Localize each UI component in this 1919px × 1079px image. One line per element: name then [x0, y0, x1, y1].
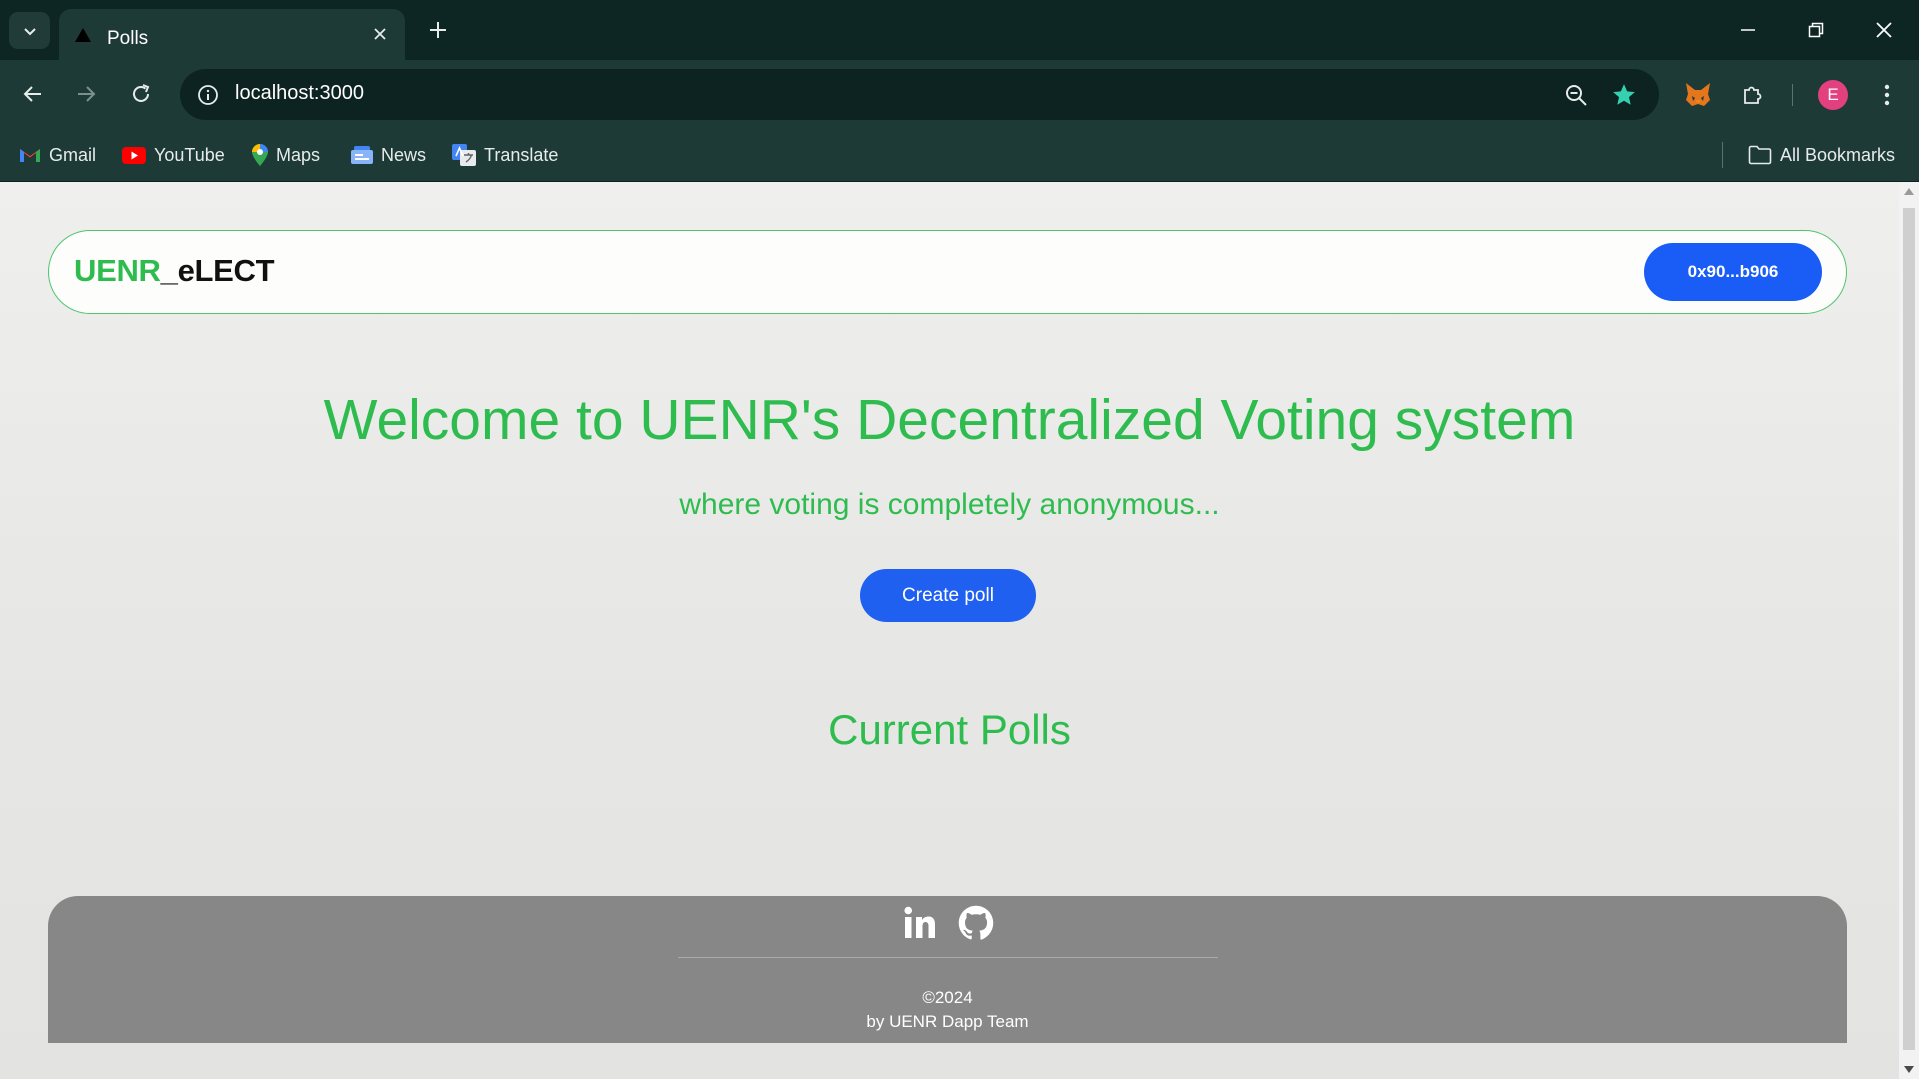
linkedin-icon: [903, 906, 935, 938]
puzzle-piece-icon: [1744, 86, 1762, 104]
extensions-button[interactable]: [1734, 76, 1772, 114]
app-logo[interactable]: UENR_eLECT: [74, 253, 275, 289]
more-vertical-icon: [1884, 84, 1890, 106]
bookmarks-bar: Gmail YouTube Maps News Translate All Bo…: [0, 130, 1919, 182]
current-polls-heading: Current Polls: [828, 706, 1071, 753]
metamask-extension-button[interactable]: [1679, 76, 1717, 114]
zoom-button[interactable]: [1562, 81, 1590, 109]
toolbar-divider: [1792, 84, 1793, 106]
linkedin-link[interactable]: [902, 905, 938, 946]
vertical-scrollbar[interactable]: [1899, 182, 1919, 1079]
info-icon: [197, 84, 218, 105]
hero-title: Welcome to UENR's Decentralized Voting s…: [323, 388, 1576, 452]
bookmark-news[interactable]: News: [351, 141, 426, 169]
page-footer: ©2024 by UENR Dapp Team: [48, 896, 1847, 1043]
browser-toolbar: localhost:3000 E: [0, 60, 1919, 130]
zoom-out-icon: [1566, 85, 1587, 106]
gmail-icon: [20, 149, 40, 162]
tab-bar: Polls: [0, 0, 1919, 60]
all-bookmarks-button[interactable]: All Bookmarks: [1748, 141, 1895, 169]
reload-icon: [133, 84, 150, 102]
create-poll-button[interactable]: Create poll: [860, 569, 1036, 622]
bookmark-label: YouTube: [154, 144, 225, 165]
profile-initial: E: [1827, 85, 1839, 104]
arrow-right-icon: [78, 86, 96, 102]
bookmark-label: Maps: [276, 144, 321, 165]
restore-icon: [1808, 22, 1824, 38]
bookmark-maps[interactable]: Maps: [252, 141, 320, 169]
triangle-favicon-icon: [75, 28, 91, 42]
site-info-button[interactable]: [194, 81, 221, 108]
folder-icon: [1748, 145, 1772, 165]
github-icon: [958, 905, 993, 940]
page-viewport: UENR_eLECT 0x90...b906 Welcome to UENR's…: [0, 182, 1899, 1079]
logo-part-elect: _eLECT: [160, 253, 275, 288]
minimize-button[interactable]: [1728, 12, 1768, 48]
url-text: localhost:3000: [235, 82, 364, 104]
footer-divider: [678, 957, 1218, 958]
hero-subtitle: where voting is completely anonymous...: [679, 488, 1220, 521]
bookmark-label: Gmail: [49, 144, 97, 165]
close-icon: [374, 28, 386, 40]
metamask-fox-icon: [1686, 83, 1710, 106]
bookmark-translate[interactable]: Translate: [452, 141, 558, 169]
tab-title: Polls: [107, 28, 149, 49]
close-tab-button[interactable]: [369, 23, 391, 45]
bookmark-label: Translate: [484, 144, 559, 165]
team-credit-text: by UENR Dapp Team: [866, 1012, 1029, 1031]
youtube-icon: [122, 146, 146, 164]
bookmark-youtube[interactable]: YouTube: [122, 141, 225, 169]
star-icon: [1613, 84, 1635, 105]
new-tab-button[interactable]: [424, 16, 452, 44]
github-link[interactable]: [958, 905, 994, 946]
all-bookmarks-label: All Bookmarks: [1780, 144, 1896, 165]
tab-search-button[interactable]: [9, 12, 50, 49]
close-window-button[interactable]: [1864, 12, 1904, 48]
browser-menu-button[interactable]: [1868, 76, 1906, 114]
copyright-text: ©2024: [922, 988, 973, 1007]
maps-icon: [252, 144, 268, 166]
restore-button[interactable]: [1796, 12, 1836, 48]
forward-button[interactable]: [68, 76, 104, 112]
app-navbar: UENR_eLECT 0x90...b906: [48, 230, 1847, 314]
reload-button[interactable]: [123, 76, 159, 112]
profile-avatar[interactable]: E: [1818, 80, 1848, 110]
logo-part-uenr: UENR: [74, 253, 161, 288]
scroll-up-arrow[interactable]: [1904, 188, 1914, 195]
chevron-down-icon: [23, 27, 36, 35]
news-icon: [351, 146, 373, 164]
minimize-icon: [1741, 29, 1755, 31]
scroll-down-arrow[interactable]: [1904, 1066, 1914, 1073]
arrow-left-icon: [23, 86, 41, 102]
translate-icon: [452, 144, 476, 166]
social-links: [48, 905, 1847, 946]
back-button[interactable]: [15, 76, 51, 112]
scrollbar-thumb[interactable]: [1903, 208, 1915, 1050]
plus-icon: [430, 22, 446, 38]
close-icon: [1876, 22, 1892, 38]
bookmark-gmail[interactable]: Gmail: [19, 141, 96, 169]
bookmark-star-button[interactable]: [1609, 80, 1639, 110]
address-bar[interactable]: localhost:3000: [180, 69, 1659, 120]
bookmark-label: News: [381, 144, 427, 165]
wallet-address-button[interactable]: 0x90...b906: [1644, 243, 1822, 301]
bookmarks-divider: [1722, 142, 1723, 168]
browser-tab[interactable]: Polls: [59, 9, 405, 60]
